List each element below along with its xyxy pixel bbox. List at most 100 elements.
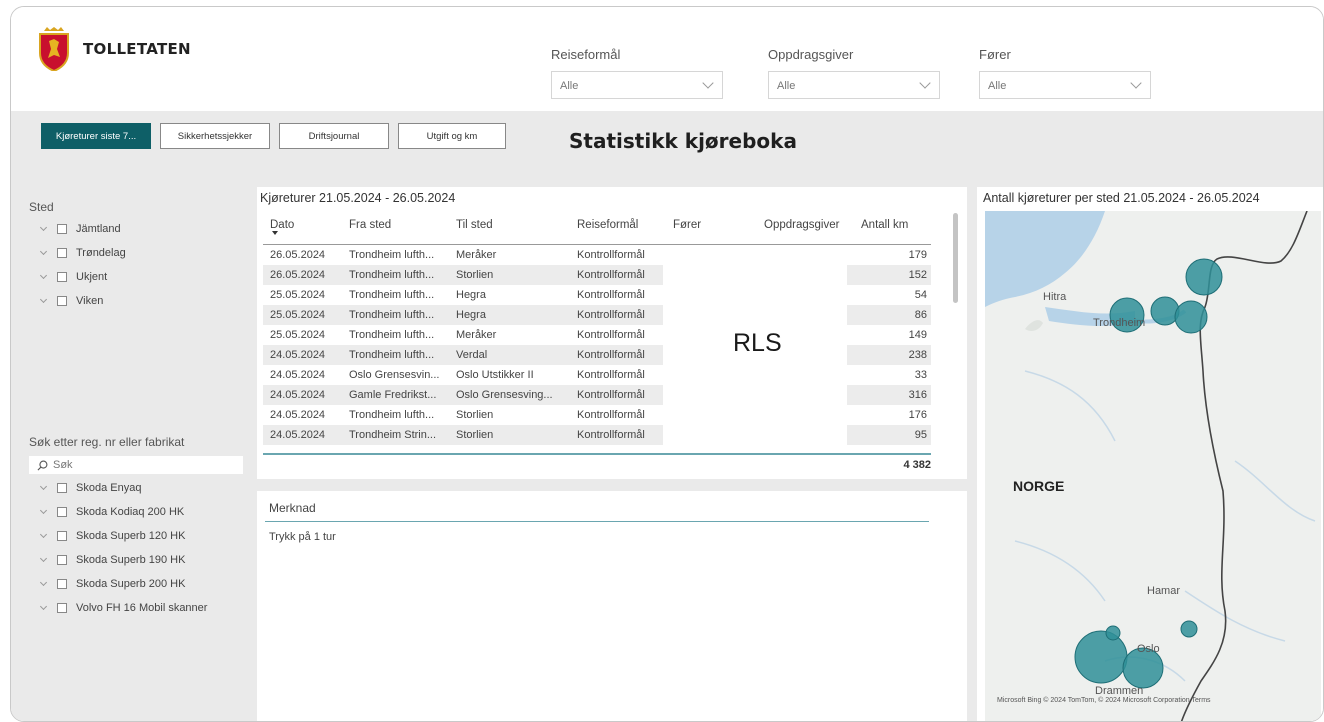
cell-reiseformal: Kontrollformål bbox=[577, 329, 645, 341]
column-header-reiseformal[interactable]: Reiseformål bbox=[577, 219, 638, 231]
column-header-antall-km[interactable]: Antall km bbox=[861, 219, 908, 231]
map-bubble[interactable] bbox=[1174, 300, 1208, 334]
chevron-down-icon bbox=[919, 77, 931, 89]
chevron-down-icon[interactable] bbox=[39, 506, 48, 515]
filter-reiseformal-dropdown[interactable]: Alle bbox=[551, 71, 723, 99]
vehicle-item-label: Skoda Superb 120 HK bbox=[76, 530, 186, 542]
notes-label: Merknad bbox=[269, 501, 316, 515]
column-header-dato[interactable]: Dato bbox=[270, 219, 294, 231]
map-bubble[interactable] bbox=[1150, 296, 1180, 326]
cell-reiseformal: Kontrollformål bbox=[577, 289, 645, 301]
checkbox[interactable] bbox=[57, 603, 67, 613]
checkbox[interactable] bbox=[57, 555, 67, 565]
checkbox[interactable] bbox=[57, 483, 67, 493]
sted-item-jamtland[interactable]: Jämtland bbox=[39, 223, 121, 235]
column-header-forer[interactable]: Fører bbox=[673, 219, 701, 231]
cell-km: 95 bbox=[914, 429, 927, 441]
vehicle-item-label: Skoda Superb 190 HK bbox=[76, 554, 186, 566]
column-header-til-sted[interactable]: Til sted bbox=[456, 219, 493, 231]
cell-fra-sted: Trondheim lufth... bbox=[349, 349, 435, 361]
cell-til-sted: Verdal bbox=[456, 349, 488, 361]
cell-km: 179 bbox=[908, 249, 927, 261]
cell-dato: 26.05.2024 bbox=[270, 269, 326, 281]
vehicle-item[interactable]: Skoda Enyaq bbox=[39, 482, 141, 494]
checkbox[interactable] bbox=[57, 531, 67, 541]
checkbox[interactable] bbox=[57, 296, 67, 306]
tab-sikkerhetssjekker[interactable]: Sikkerhetssjekker bbox=[160, 123, 270, 149]
filter-oppdragsgiver-label: Oppdragsgiver bbox=[768, 47, 854, 62]
cell-reiseformal: Kontrollformål bbox=[577, 309, 645, 321]
chevron-down-icon[interactable] bbox=[39, 247, 48, 256]
tab-kjoreturer[interactable]: Kjøreturer siste 7... bbox=[41, 123, 151, 149]
tab-utgift-og-km[interactable]: Utgift og km bbox=[398, 123, 506, 149]
vehicle-item[interactable]: Volvo FH 16 Mobil skanner bbox=[39, 602, 208, 614]
cell-dato: 25.05.2024 bbox=[270, 309, 326, 321]
sted-item-ukjent[interactable]: Ukjent bbox=[39, 271, 108, 283]
cell-fra-sted: Trondheim lufth... bbox=[349, 329, 435, 341]
cell-dato: 24.05.2024 bbox=[270, 389, 326, 401]
checkbox[interactable] bbox=[57, 224, 67, 234]
cell-til-sted: Hegra bbox=[456, 309, 486, 321]
cell-til-sted: Hegra bbox=[456, 289, 486, 301]
chevron-down-icon[interactable] bbox=[39, 482, 48, 491]
checkbox[interactable] bbox=[57, 248, 67, 258]
filter-oppdragsgiver: Oppdragsgiver Alle bbox=[768, 47, 940, 99]
filter-reiseformal-label: Reiseformål bbox=[551, 47, 621, 62]
checkbox[interactable] bbox=[57, 507, 67, 517]
map-bubble[interactable] bbox=[1105, 625, 1121, 641]
filter-forer-dropdown[interactable]: Alle bbox=[979, 71, 1151, 99]
cell-til-sted: Storlien bbox=[456, 409, 494, 421]
cell-fra-sted: Trondheim lufth... bbox=[349, 289, 435, 301]
brand-name: TOLLETATEN bbox=[83, 40, 191, 58]
cell-dato: 26.05.2024 bbox=[270, 249, 326, 261]
tab-driftsjournal[interactable]: Driftsjournal bbox=[279, 123, 389, 149]
vehicle-item[interactable]: Skoda Superb 200 HK bbox=[39, 578, 185, 590]
cell-km: 54 bbox=[914, 289, 927, 301]
checkbox[interactable] bbox=[57, 579, 67, 589]
cell-dato: 25.05.2024 bbox=[270, 289, 326, 301]
vehicle-item-label: Volvo FH 16 Mobil skanner bbox=[76, 602, 208, 614]
cell-dato: 24.05.2024 bbox=[270, 409, 326, 421]
chevron-down-icon[interactable] bbox=[39, 602, 48, 611]
cell-til-sted: Meråker bbox=[456, 249, 497, 261]
cell-reiseformal: Kontrollformål bbox=[577, 269, 645, 281]
sted-item-label: Trøndelag bbox=[76, 247, 126, 259]
checkbox[interactable] bbox=[57, 272, 67, 282]
trips-table-header: Dato Fra sted Til sted Reiseformål Fører… bbox=[263, 213, 931, 245]
filter-oppdragsgiver-dropdown[interactable]: Alle bbox=[768, 71, 940, 99]
notes-divider bbox=[265, 521, 929, 522]
chevron-down-icon[interactable] bbox=[39, 554, 48, 563]
cell-km: 238 bbox=[908, 349, 927, 361]
table-scrollbar[interactable] bbox=[953, 213, 958, 303]
chevron-down-icon[interactable] bbox=[39, 271, 48, 280]
vehicle-search-input[interactable]: Søk bbox=[29, 456, 243, 474]
cell-til-sted: Oslo Grensesving... bbox=[456, 389, 553, 401]
map-bubble[interactable] bbox=[1074, 630, 1128, 684]
vehicle-item[interactable]: Skoda Superb 190 HK bbox=[39, 554, 186, 566]
sted-item-viken[interactable]: Viken bbox=[39, 295, 103, 307]
chevron-down-icon[interactable] bbox=[39, 578, 48, 587]
vehicle-search-label: Søk etter reg. nr eller fabrikat bbox=[29, 435, 185, 449]
notes-hint: Trykk på 1 tur bbox=[269, 531, 336, 543]
sted-item-label: Ukjent bbox=[76, 271, 108, 283]
column-header-oppdragsgiver[interactable]: Oppdragsgiver bbox=[764, 219, 839, 231]
cell-til-sted: Storlien bbox=[456, 269, 494, 281]
map-label-trondheim: Trondheim bbox=[1093, 317, 1146, 329]
chevron-down-icon[interactable] bbox=[39, 295, 48, 304]
cell-til-sted: Meråker bbox=[456, 329, 497, 341]
map-attribution[interactable]: Microsoft Bing © 2024 TomTom, © 2024 Mic… bbox=[997, 697, 1211, 704]
cell-km: 316 bbox=[908, 389, 927, 401]
column-header-fra-sted[interactable]: Fra sted bbox=[349, 219, 391, 231]
filter-forer-label: Fører bbox=[979, 47, 1011, 62]
chevron-down-icon[interactable] bbox=[39, 223, 48, 232]
sted-filter-label: Sted bbox=[29, 200, 54, 214]
vehicle-item[interactable]: Skoda Kodiaq 200 HK bbox=[39, 506, 184, 518]
vehicle-item[interactable]: Skoda Superb 120 HK bbox=[39, 530, 186, 542]
sted-item-label: Jämtland bbox=[76, 223, 121, 235]
map-bubble[interactable] bbox=[1180, 620, 1198, 638]
cell-km: 176 bbox=[908, 409, 927, 421]
chevron-down-icon[interactable] bbox=[39, 530, 48, 539]
cell-km: 33 bbox=[914, 369, 927, 381]
map-bubble[interactable] bbox=[1185, 258, 1223, 296]
sted-item-trondelag[interactable]: Trøndelag bbox=[39, 247, 126, 259]
